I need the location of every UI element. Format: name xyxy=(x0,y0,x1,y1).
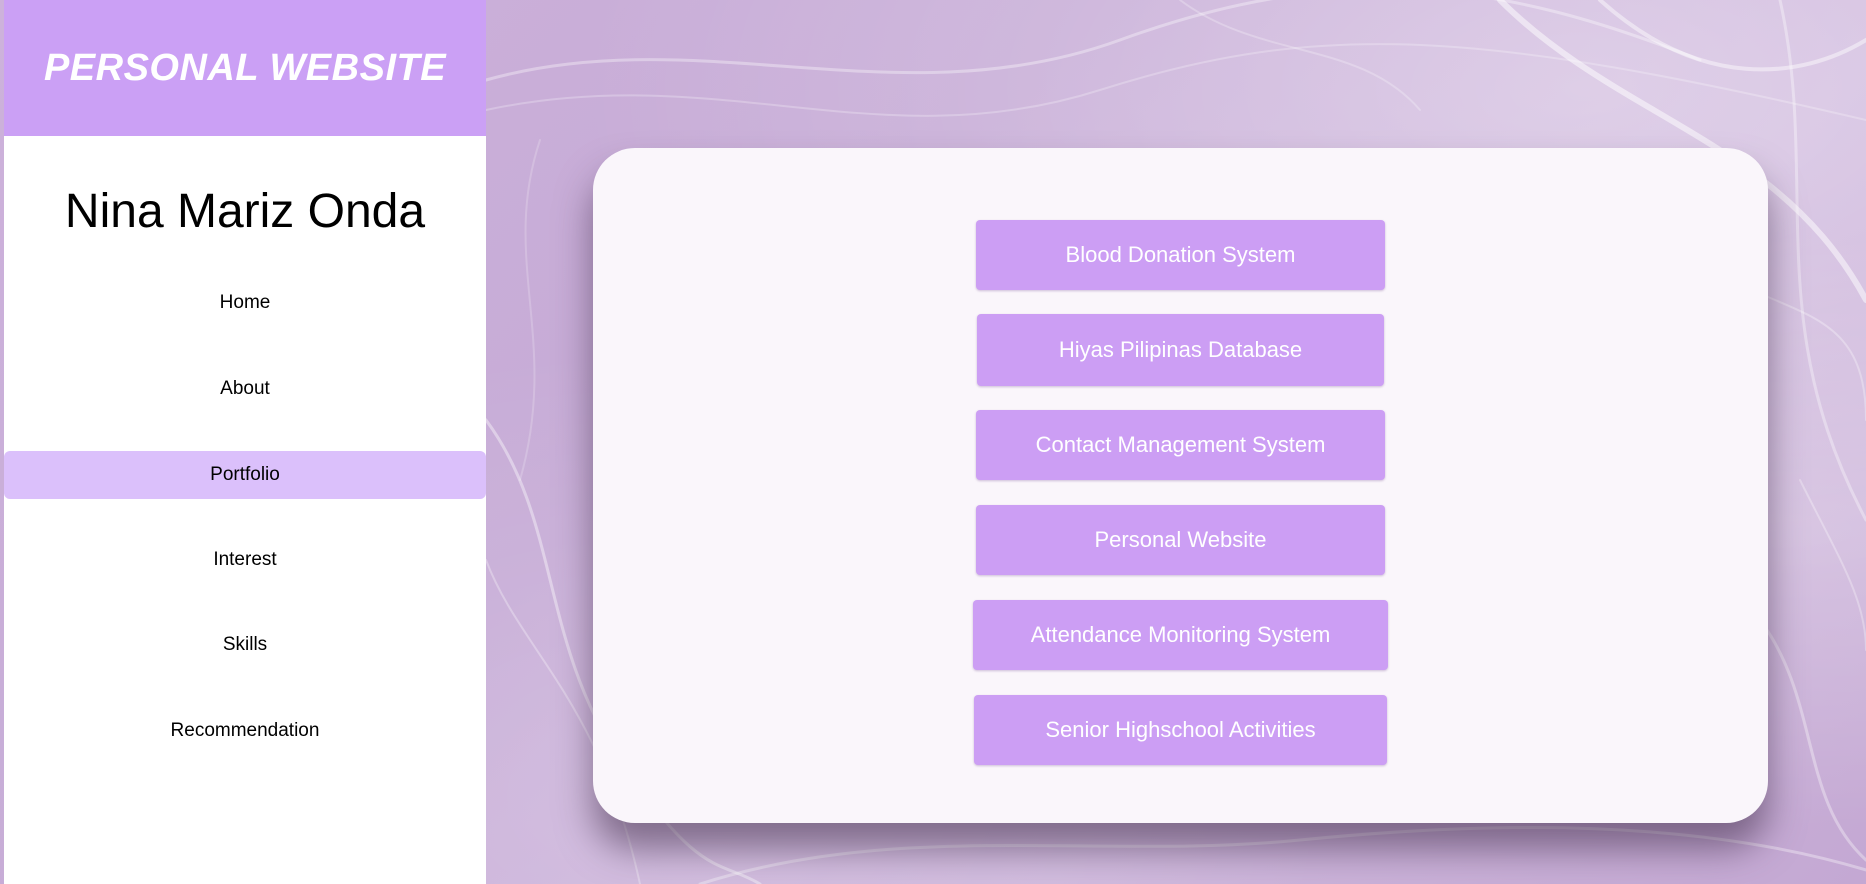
brand-header: PERSONAL WEBSITE xyxy=(4,0,486,136)
project-button-hiyas-pilipinas-database[interactable]: Hiyas Pilipinas Database xyxy=(977,314,1384,386)
nav-item-recommendation[interactable]: Recommendation xyxy=(4,707,486,755)
project-button-attendance-monitoring-system[interactable]: Attendance Monitoring System xyxy=(973,600,1388,670)
owner-name: Nina Mariz Onda xyxy=(64,185,426,238)
nav-item-interest[interactable]: Interest xyxy=(4,536,486,584)
project-button-senior-highschool-activities[interactable]: Senior Highschool Activities xyxy=(974,695,1387,765)
nav-item-home[interactable]: Home xyxy=(4,279,486,327)
portfolio-card: Blood Donation System Hiyas Pilipinas Da… xyxy=(593,148,1768,823)
project-button-contact-management-system[interactable]: Contact Management System xyxy=(976,410,1385,480)
site-title: PERSONAL WEBSITE xyxy=(43,46,447,89)
project-button-personal-website[interactable]: Personal Website xyxy=(976,505,1385,575)
nav-item-about[interactable]: About xyxy=(4,365,486,413)
nav-item-portfolio[interactable]: Portfolio xyxy=(4,451,486,499)
sidebar: PERSONAL WEBSITE Nina Mariz Onda Home Ab… xyxy=(4,0,486,884)
project-button-blood-donation-system[interactable]: Blood Donation System xyxy=(976,220,1385,290)
nav-item-skills[interactable]: Skills xyxy=(4,621,486,669)
